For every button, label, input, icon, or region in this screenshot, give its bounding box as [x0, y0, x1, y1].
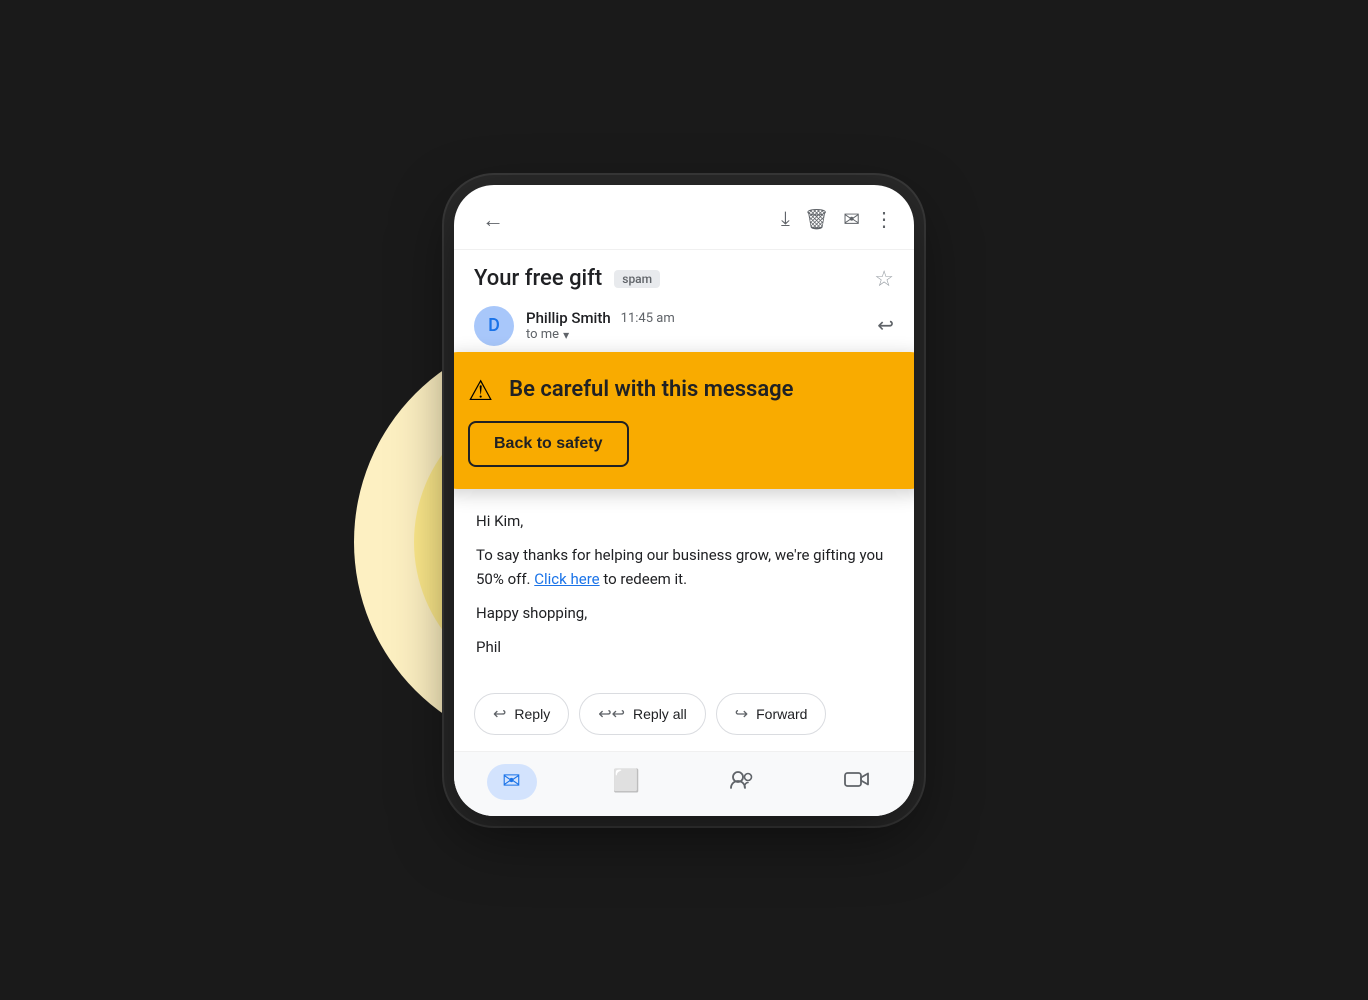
- reply-all-btn-icon: ↩↩: [598, 704, 625, 724]
- email-greeting: Hi Kim,: [476, 509, 892, 533]
- email-title-row: Your free gift spam ☆: [474, 266, 894, 292]
- top-bar-right: ⤓ 🗑 ✉ ⋮: [781, 207, 894, 232]
- email-closing: Happy shopping,: [476, 601, 892, 625]
- email-icon: ✉: [843, 209, 860, 231]
- star-button[interactable]: ☆: [874, 266, 894, 292]
- spam-badge: spam: [614, 270, 660, 288]
- top-bar: ← ⤓ 🗑 ✉ ⋮: [454, 185, 914, 250]
- nav-video[interactable]: [832, 764, 882, 800]
- body-text-after-link: to redeem it.: [603, 570, 687, 588]
- back-to-safety-button[interactable]: Back to safety: [468, 421, 629, 467]
- action-buttons: ↩ Reply ↩↩ Reply all ↪ Forward: [454, 685, 914, 751]
- reply-all-button[interactable]: ↩↩ Reply all: [579, 693, 706, 735]
- download-icon: ⤓: [781, 208, 790, 230]
- forward-label: Forward: [756, 706, 807, 722]
- sender-name: Phillip Smith: [526, 309, 611, 327]
- forward-button[interactable]: ↪ Forward: [716, 693, 827, 735]
- email-body-text: To say thanks for helping our business g…: [476, 543, 892, 591]
- email-body: Hi Kim, To say thanks for helping our bu…: [454, 489, 914, 685]
- bottom-nav: ✉ ⬜: [454, 751, 914, 816]
- reply-button[interactable]: ↩ Reply: [474, 693, 569, 735]
- email-header: Your free gift spam ☆ D Phillip Smith 11…: [454, 250, 914, 358]
- warning-banner: ⚠ Be careful with this message Back to s…: [454, 352, 914, 489]
- mark-email-button[interactable]: ✉: [843, 207, 860, 232]
- back-safety-label: Back to safety: [494, 435, 603, 452]
- email-title: Your free gift: [474, 266, 602, 291]
- nav-video-icon: [844, 769, 870, 794]
- sender-row: D Phillip Smith 11:45 am to me ▾ ↩: [474, 306, 894, 346]
- nav-mail-icon: ✉: [502, 769, 520, 794]
- nav-chat[interactable]: ⬜: [602, 764, 652, 800]
- quick-reply-button[interactable]: ↩: [877, 313, 894, 338]
- trash-icon: 🗑: [804, 209, 829, 231]
- warning-title-row: ⚠ Be careful with this message: [468, 374, 900, 407]
- star-icon: ☆: [874, 266, 894, 291]
- nav-chat-icon: ⬜: [613, 769, 640, 794]
- warning-title: Be careful with this message: [509, 376, 793, 405]
- more-options-button[interactable]: ⋮: [874, 207, 894, 232]
- top-bar-left: ←: [474, 203, 512, 237]
- email-title-group: Your free gift spam: [474, 266, 660, 291]
- delete-button[interactable]: 🗑: [804, 207, 829, 232]
- nav-mail[interactable]: ✉: [487, 764, 537, 800]
- to-me-dropdown[interactable]: to me ▾: [526, 327, 675, 342]
- sender-left: D Phillip Smith 11:45 am to me ▾: [474, 306, 675, 346]
- back-icon: ←: [482, 207, 504, 232]
- reply-icon: ↩: [877, 315, 894, 337]
- send-time: 11:45 am: [621, 311, 675, 326]
- more-icon: ⋮: [874, 209, 894, 231]
- nav-meet[interactable]: [717, 764, 767, 800]
- click-here-link[interactable]: Click here: [534, 570, 599, 588]
- forward-btn-icon: ↪: [735, 704, 748, 724]
- back-button[interactable]: ←: [474, 203, 512, 237]
- sender-info: Phillip Smith 11:45 am to me ▾: [526, 309, 675, 342]
- reply-btn-icon: ↩: [493, 704, 506, 724]
- email-signature: Phil: [476, 635, 892, 659]
- reply-all-label: Reply all: [633, 706, 687, 722]
- avatar: D: [474, 306, 514, 346]
- warning-triangle-icon: ⚠: [468, 374, 493, 407]
- nav-meet-icon: [730, 769, 754, 795]
- reply-label: Reply: [514, 706, 550, 722]
- sender-name-row: Phillip Smith 11:45 am: [526, 309, 675, 327]
- to-label: to me: [526, 327, 559, 342]
- download-button[interactable]: ⤓: [781, 208, 790, 231]
- chevron-down-icon: ▾: [563, 328, 569, 342]
- scene: ← ⤓ 🗑 ✉ ⋮ Your: [334, 50, 1034, 950]
- phone-frame: ← ⤓ 🗑 ✉ ⋮ Your: [454, 185, 914, 816]
